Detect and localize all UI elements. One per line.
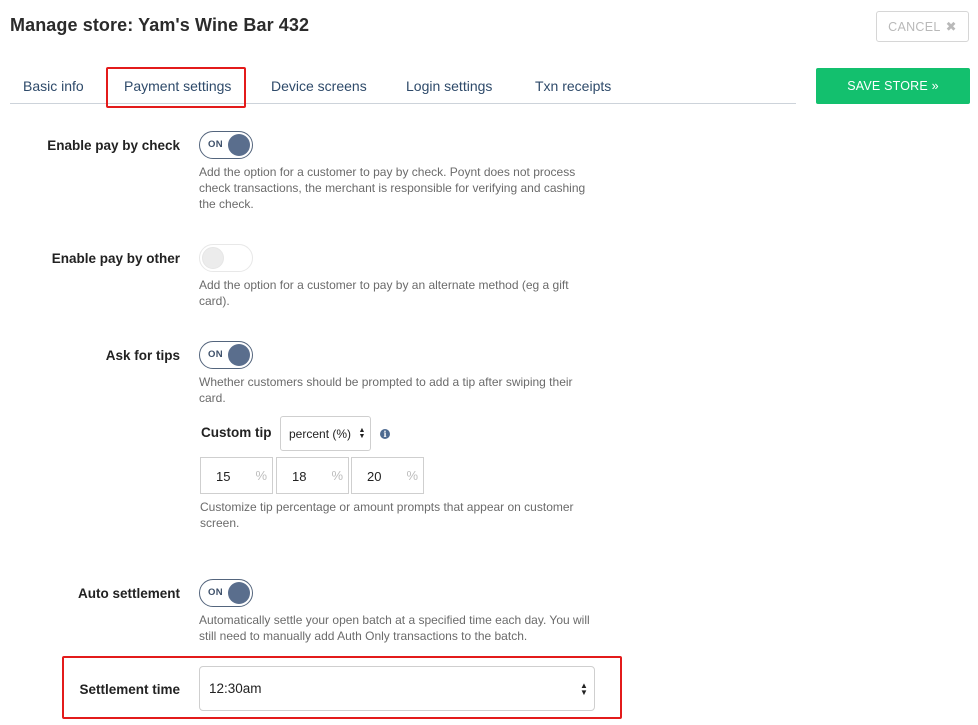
tab-txn-receipts[interactable]: Txn receipts: [535, 68, 611, 104]
info-icon[interactable]: i: [380, 429, 390, 439]
tip-percent-input-3[interactable]: 20 %: [351, 457, 424, 494]
cancel-button[interactable]: CANCEL ✖: [876, 11, 969, 42]
settlement-time-highlight: [62, 656, 622, 719]
select-arrows-icon: ▲ ▼: [358, 426, 366, 440]
toggle-on-text: ON: [208, 139, 223, 150]
pay-by-other-toggle[interactable]: [199, 244, 253, 272]
ask-for-tips-toggle[interactable]: ON: [199, 341, 253, 369]
save-store-label: SAVE STORE »: [847, 79, 939, 93]
percent-unit: %: [406, 468, 418, 483]
page-title: Manage store: Yam's Wine Bar 432: [10, 15, 310, 35]
custom-tip-mode-select[interactable]: percent (%) ▲ ▼: [280, 416, 371, 451]
toggle-knob: [228, 582, 250, 604]
pay-by-check-label: Enable pay by check: [47, 138, 180, 153]
custom-tip-label: Custom tip: [201, 425, 272, 440]
close-icon: ✖: [945, 18, 957, 34]
auto-settlement-label: Auto settlement: [77, 586, 180, 601]
tab-device-screens[interactable]: Device screens: [271, 68, 367, 104]
percent-unit: %: [255, 468, 267, 483]
tab-basic-info[interactable]: Basic info: [23, 68, 84, 104]
pay-by-other-help: Add the option for a customer to pay by …: [199, 278, 569, 308]
percent-unit: %: [331, 468, 343, 483]
pay-by-check-toggle[interactable]: ON: [199, 131, 253, 159]
auto-settlement-help: Automatically settle your open batch at …: [199, 613, 590, 643]
custom-tip-mode-value: percent (%): [289, 426, 352, 441]
toggle-on-text: ON: [208, 349, 223, 360]
pay-by-check-help: Add the option for a customer to pay by …: [199, 165, 586, 211]
toggle-on-text: ON: [208, 587, 223, 598]
ask-for-tips-help: Whether customers should be prompted to …: [199, 375, 573, 405]
cancel-label: CANCEL: [888, 19, 941, 34]
active-tab-highlight: [106, 67, 246, 108]
tip-percent-input-1[interactable]: 15 %: [200, 457, 273, 494]
tab-login-settings[interactable]: Login settings: [406, 68, 492, 104]
ask-for-tips-label: Ask for tips: [105, 348, 180, 363]
toggle-knob: [228, 344, 250, 366]
toggle-knob: [202, 247, 224, 269]
auto-settlement-toggle[interactable]: ON: [199, 579, 253, 607]
save-store-button[interactable]: SAVE STORE »: [816, 68, 970, 104]
pay-by-other-label: Enable pay by other: [51, 251, 180, 266]
tip-percent-input-2[interactable]: 18 %: [276, 457, 349, 494]
custom-tip-help: Customize tip percentage or amount promp…: [200, 500, 574, 530]
toggle-knob: [228, 134, 250, 156]
